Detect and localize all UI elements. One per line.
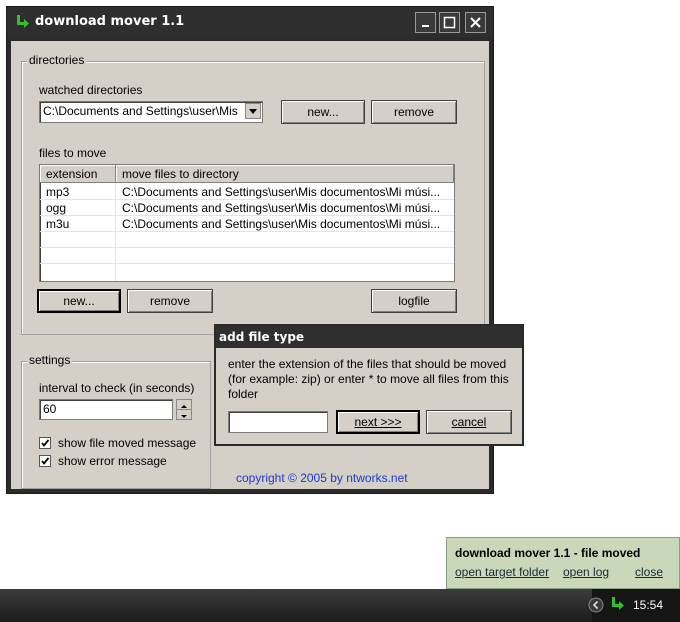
watched-directory-value: C:\Documents and Settings\user\Mis (43, 104, 238, 118)
window-title: download mover 1.1 (35, 14, 185, 29)
add-file-type-dialog: add file type enter the extension of the… (214, 324, 524, 446)
close-icon (470, 17, 481, 28)
checkmark-icon (41, 439, 50, 447)
taskbar (0, 589, 680, 622)
minimize-icon (422, 25, 429, 27)
show-error-checkbox[interactable] (39, 455, 51, 467)
file-moved-notification: download mover 1.1 - file moved open tar… (446, 537, 680, 589)
grid-line (40, 247, 454, 248)
grid-line (40, 263, 454, 264)
open-target-folder-link[interactable]: open target folder (455, 565, 549, 579)
clock[interactable]: 15:54 (633, 598, 663, 612)
combo-dropdown-button[interactable] (245, 103, 261, 119)
directories-group-label: directories (27, 53, 87, 67)
row-extension[interactable]: m3u (42, 216, 114, 232)
grid-line (115, 183, 116, 281)
row-directory[interactable]: C:\Documents and Settings\user\Mis docum… (118, 200, 452, 216)
row-directory[interactable]: C:\Documents and Settings\user\Mis docum… (118, 184, 452, 200)
close-link[interactable]: close (635, 565, 663, 579)
show-error-label[interactable]: show error message (58, 454, 167, 468)
watched-directories-combo[interactable]: C:\Documents and Settings\user\Mis (39, 101, 263, 123)
open-log-link[interactable]: open log (563, 565, 609, 579)
show-moved-checkbox[interactable] (39, 437, 51, 449)
files-list[interactable]: extension move files to directory mp3 C:… (39, 164, 455, 282)
download-mover-tray-icon[interactable] (609, 596, 625, 612)
notification-title: download mover 1.1 - file moved (455, 546, 641, 560)
title-bar[interactable]: download mover 1.1 (7, 7, 493, 37)
cancel-button[interactable]: cancel (426, 410, 512, 434)
extension-input[interactable] (228, 411, 328, 433)
close-button[interactable] (465, 12, 486, 33)
app-arrow-icon (17, 15, 29, 28)
chevron-down-icon (249, 109, 257, 114)
column-header-directory[interactable]: move files to directory (116, 165, 454, 183)
maximize-button[interactable] (439, 12, 460, 33)
dialog-title[interactable]: add file type (216, 326, 522, 348)
interval-label: interval to check (in seconds) (39, 381, 195, 395)
tray-expand-icon[interactable] (588, 597, 604, 613)
minimize-button[interactable] (415, 12, 436, 33)
dialog-message: enter the extension of the files that sh… (228, 357, 509, 401)
spin-up-button[interactable] (177, 400, 191, 410)
chevron-down-icon (181, 415, 187, 418)
column-header-extension[interactable]: extension (40, 165, 116, 183)
files-new-button[interactable]: new... (37, 289, 121, 313)
interval-spinner[interactable] (176, 399, 192, 420)
copyright-text: copyright © 2005 by ntworks.net (236, 471, 408, 485)
maximize-icon (443, 16, 456, 29)
row-extension[interactable]: ogg (42, 200, 114, 216)
logfile-button[interactable]: logfile (371, 289, 457, 313)
row-extension[interactable]: mp3 (42, 184, 114, 200)
checkmark-icon (41, 457, 50, 465)
watched-new-button[interactable]: new... (281, 100, 365, 124)
show-moved-label[interactable]: show file moved message (58, 436, 196, 450)
files-to-move-label: files to move (39, 146, 107, 160)
row-directory[interactable]: C:\Documents and Settings\user\Mis docum… (118, 216, 452, 232)
watched-remove-button[interactable]: remove (371, 100, 457, 124)
files-remove-button[interactable]: remove (127, 289, 213, 313)
interval-value: 60 (43, 402, 57, 416)
spin-down-button[interactable] (177, 410, 191, 419)
watched-directories-label: watched directories (39, 83, 143, 97)
interval-input[interactable]: 60 (39, 399, 173, 420)
settings-group-label: settings (27, 353, 73, 367)
next-button[interactable]: next >>> (336, 410, 420, 434)
